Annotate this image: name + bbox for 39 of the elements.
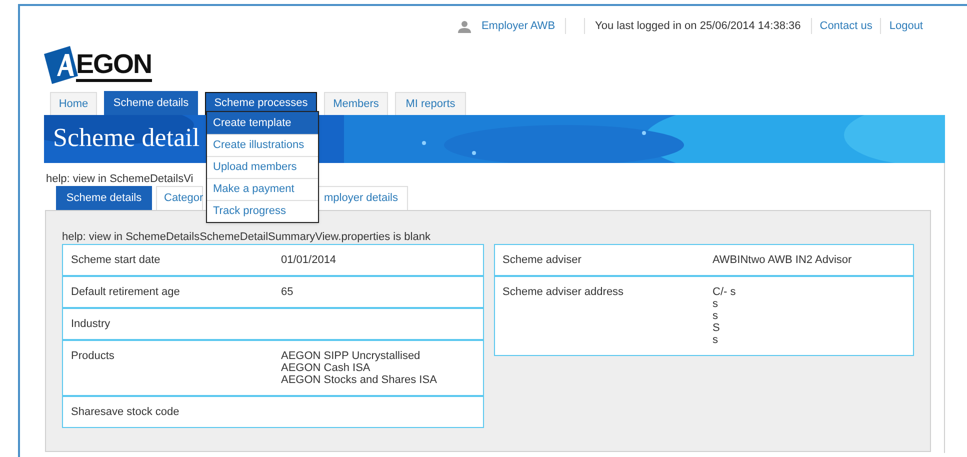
field-label: Scheme adviser address (502, 286, 625, 300)
header-link[interactable]: Logout (881, 18, 931, 34)
field-label: Default retirement age (71, 286, 181, 298)
menu-item[interactable]: Track progress (207, 200, 318, 222)
field-label: Products (71, 350, 116, 364)
nav-tab[interactable]: MI reports (395, 92, 466, 115)
field-value: AEGON Cash ISA (281, 362, 372, 374)
nav-tab[interactable]: Scheme details (104, 91, 198, 115)
menu-item[interactable]: Create template (207, 112, 318, 134)
field-label: Industry (71, 318, 112, 330)
field-value: s (712, 334, 719, 346)
logo[interactable]: EGON (44, 44, 162, 86)
page-title: Scheme detail (53, 123, 200, 153)
sub-tab[interactable]: mployer details (316, 186, 408, 210)
field-value: AWBINtwo AWB IN2 Advisor (712, 254, 852, 266)
sub-tab[interactable]: Scheme details (56, 186, 152, 210)
field-value: AEGON Stocks and Shares ISA (281, 374, 437, 386)
last-login-text: You last logged in on 25/06/2014 14:38:36 (584, 18, 812, 34)
nav-tab[interactable]: Home (50, 92, 97, 115)
field-value: s (712, 310, 719, 322)
field-value: 01/01/2014 (281, 254, 336, 266)
nav-tab[interactable]: Members (324, 92, 388, 115)
user-link[interactable]: Employer AWB (481, 18, 566, 34)
field-label: Scheme start date (71, 254, 162, 266)
field-value: C/- s (712, 286, 736, 298)
sub-tab[interactable]: Categor (156, 186, 203, 210)
user-icon (458, 20, 472, 32)
field-label: Sharesave stock code (71, 406, 180, 418)
field-value: S (712, 322, 721, 334)
field-value: 65 (281, 286, 294, 298)
menu-item[interactable]: Upload members (207, 156, 318, 178)
field-value: AEGON SIPP Uncrystallised (281, 350, 422, 362)
help-text: help: view in SchemeDetailsSchemeDetailSummaryView.properties is blank (62, 231, 430, 243)
menu-item[interactable]: Create illustrations (207, 134, 318, 156)
help-text: help: view in SchemeDetailsVi (46, 173, 194, 185)
menu-item[interactable]: Make a payment (207, 178, 318, 200)
field-value: s (712, 298, 719, 310)
header-link[interactable]: Contact us (812, 18, 882, 34)
field-label: Scheme adviser (502, 254, 582, 266)
